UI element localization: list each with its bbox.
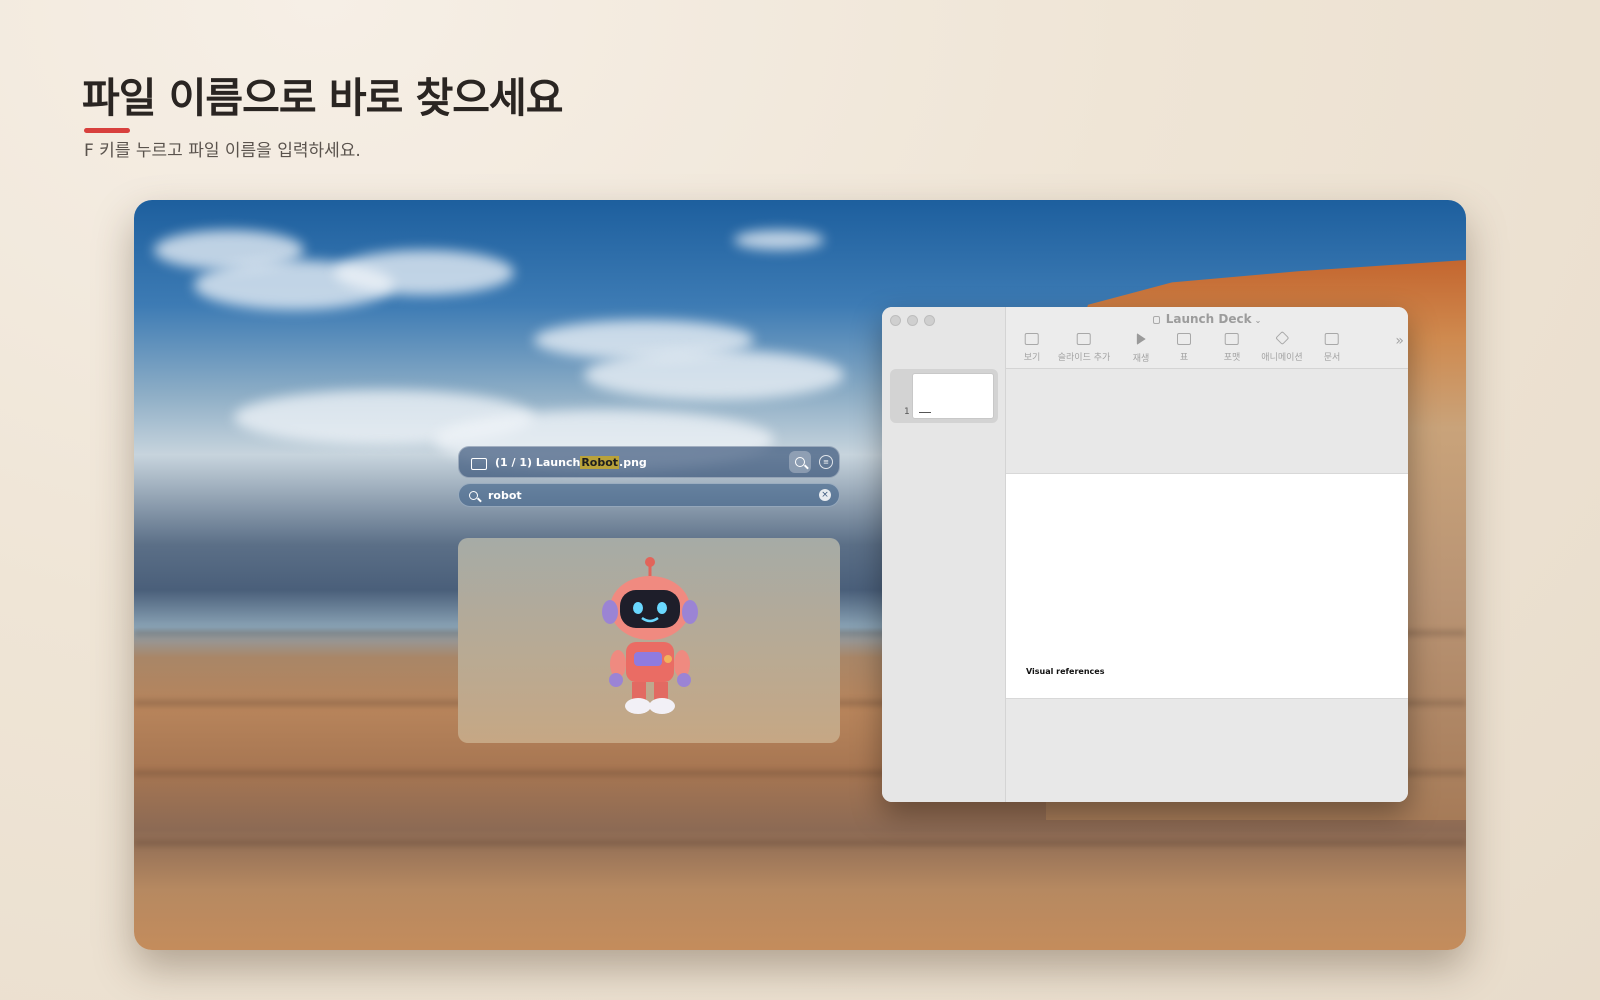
document-icon bbox=[1152, 315, 1160, 324]
document-title-label: Launch Deck bbox=[1165, 312, 1252, 326]
toolbar-button-2[interactable]: 재생 bbox=[1132, 333, 1150, 364]
search-input[interactable] bbox=[488, 488, 819, 502]
toolbar-label: 보기 bbox=[1023, 353, 1041, 363]
chevron-down-icon: ⌄ bbox=[1254, 316, 1262, 325]
app-toolbar: Launch Deck ⌄ 보기 슬라이드 추가 재생 표 포맷 애니메이션 문서 » bbox=[1006, 307, 1408, 369]
toolbar-button-0[interactable]: 보기 bbox=[1023, 333, 1041, 363]
document-icon bbox=[1325, 333, 1339, 345]
toolbar-button-6[interactable]: 문서 bbox=[1323, 333, 1341, 363]
search-query-field[interactable]: × bbox=[458, 483, 840, 507]
play-icon bbox=[1136, 333, 1146, 345]
file-search-result-bar[interactable]: (1 / 1) LaunchRobot.png ≡ bbox=[458, 446, 840, 478]
result-match-highlight: Robot bbox=[580, 455, 620, 469]
toolbar-label: 재생 bbox=[1132, 354, 1150, 364]
toolbar-button-4[interactable]: 포맷 bbox=[1223, 333, 1241, 363]
robot-image bbox=[602, 557, 698, 714]
filter-icon[interactable]: ≡ bbox=[819, 455, 833, 469]
result-suffix: .png bbox=[619, 455, 647, 469]
chevron-double-right-icon[interactable]: » bbox=[1395, 333, 1404, 349]
window-controls bbox=[890, 315, 935, 326]
image-preview bbox=[458, 538, 840, 743]
close-button[interactable] bbox=[890, 315, 901, 326]
page-subtitle: F 키를 누르고 파일 이름을 입력하세요. bbox=[84, 141, 361, 161]
presentation-app-window[interactable]: 1 Launch Deck ⌄ 보기 슬라이드 추가 재생 표 포맷 애니메이션 문서 » V… bbox=[882, 307, 1408, 802]
toolbar-button-3[interactable]: 표 bbox=[1177, 333, 1191, 363]
toolbar-button-1[interactable]: 슬라이드 추가 bbox=[1057, 333, 1111, 363]
page-title: 파일 이름으로 바로 찾으세요 bbox=[82, 74, 563, 122]
toolbar-label: 표 bbox=[1179, 353, 1189, 363]
search-button[interactable] bbox=[789, 451, 811, 473]
format-brush-icon bbox=[1225, 333, 1239, 345]
document-title[interactable]: Launch Deck ⌄ bbox=[1006, 312, 1408, 326]
toolbar-button-5[interactable]: 애니메이션 bbox=[1261, 330, 1303, 363]
slide-navigator: 1 bbox=[882, 307, 1006, 802]
slide-text[interactable]: Visual references bbox=[1026, 667, 1104, 676]
animate-icon bbox=[1274, 330, 1290, 346]
title-accent-bar bbox=[84, 128, 130, 133]
slide-canvas[interactable]: Visual references bbox=[1006, 369, 1408, 802]
folder-icon bbox=[471, 456, 487, 470]
table-icon bbox=[1177, 333, 1191, 345]
toolbar-label: 애니메이션 bbox=[1261, 353, 1303, 363]
minimize-button[interactable] bbox=[907, 315, 918, 326]
toolbar-label: 슬라이드 추가 bbox=[1057, 353, 1111, 363]
toolbar-label: 문서 bbox=[1323, 353, 1341, 363]
clear-icon[interactable]: × bbox=[819, 489, 831, 501]
slide[interactable]: Visual references bbox=[1006, 473, 1408, 699]
search-icon bbox=[469, 490, 478, 500]
zoom-button[interactable] bbox=[924, 315, 935, 326]
sidebar-view-icon bbox=[1025, 333, 1039, 345]
search-icon bbox=[795, 457, 805, 467]
slide-number: 1 bbox=[904, 407, 910, 417]
search-result-filename[interactable]: (1 / 1) LaunchRobot.png bbox=[495, 455, 789, 469]
slide-thumbnail[interactable] bbox=[912, 373, 994, 419]
result-prefix: (1 / 1) Launch bbox=[495, 455, 581, 469]
slide-thumbnail-selected[interactable]: 1 bbox=[890, 369, 998, 423]
add-slide-icon bbox=[1076, 333, 1091, 345]
toolbar-label: 포맷 bbox=[1223, 353, 1241, 363]
